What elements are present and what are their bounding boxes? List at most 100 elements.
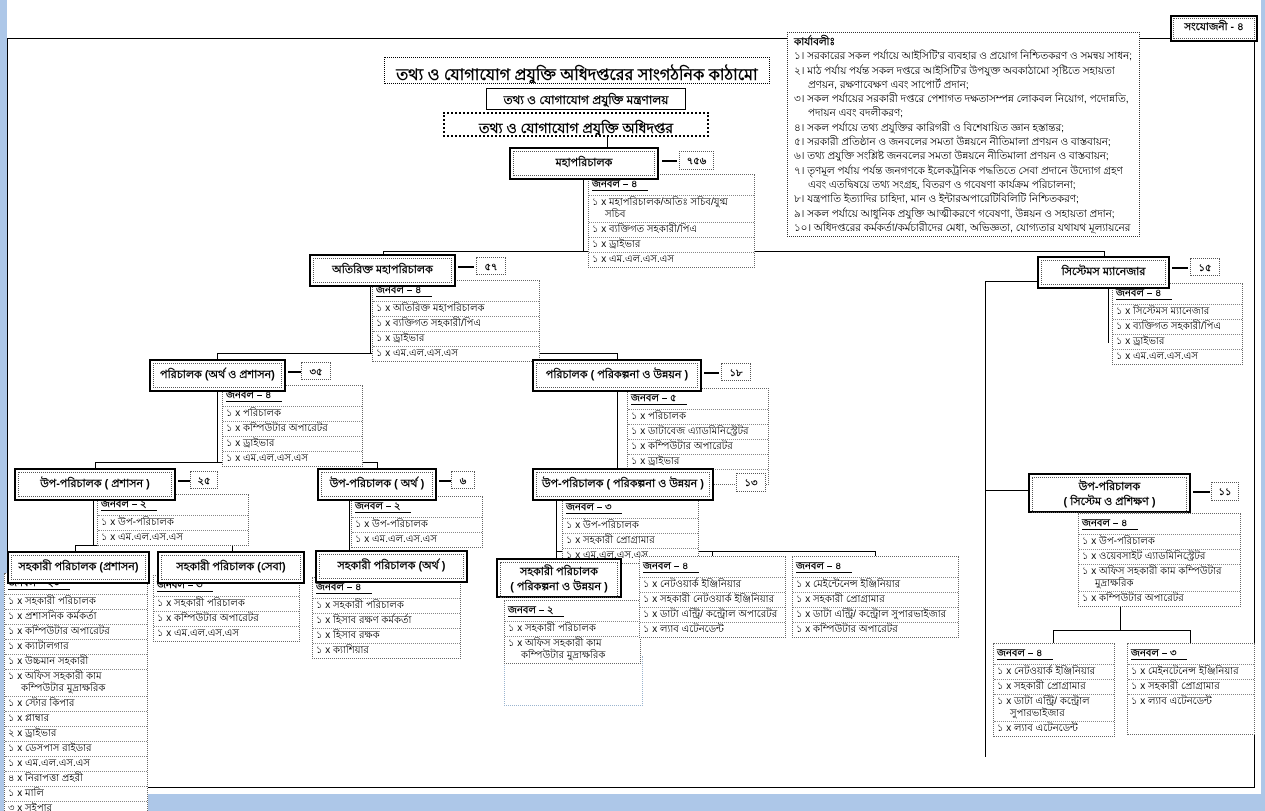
staff-row: ১ x কম্পিউটার অপারেটর (154, 611, 299, 626)
staff-row: ১ x সহকারী প্রোগ্রামার (563, 533, 698, 548)
staff-list-assistant-director-planning-dev: জনবল – ২ ১ x সহকারী পরিচালক ১ x অফিস সহক… (504, 600, 641, 664)
staff-row: ১ x ডাটা এন্ট্রি/ কন্ট্রোল সুপারভাইজার (994, 694, 1114, 721)
staff-row: ১ x উপ-পরিচালক (563, 518, 698, 533)
node-director-general: মহাপরিচালক (509, 147, 659, 180)
page-title: তথ্য ও যোগাযোগ প্রযুক্তি অধিদপ্তরের সাংগ… (384, 57, 770, 84)
node-director-finance-admin: পরিচালক (অর্থ ও প্রশাসন) (149, 359, 286, 392)
node-title: উপ-পরিচালক ( অর্থ ) (321, 472, 433, 497)
position-count-badge: ৬ (451, 471, 475, 489)
staff-row: ১ x পরিচালক (223, 406, 362, 421)
staff-row: ১ x ব্যক্তিগত সহকারী/পিএ (373, 316, 539, 331)
position-count-badge: ২৫ (190, 471, 218, 489)
staff-row: ১ x কম্পিউটার অপারেটর (793, 622, 958, 637)
staff-row: ১ x সহকারী পরিচালক (505, 621, 640, 636)
staff-row: ১ x ব্যক্তিগত সহকারী/পিএ (589, 222, 754, 237)
staff-count-header: জনবল – ৩ (1131, 648, 1187, 660)
staff-row: ১ x উপ-পরিচালক (98, 515, 248, 530)
node-deputy-director-system-training: উপ-পরিচালক ( সিস্টেম ও প্রশিক্ষণ ) (1028, 473, 1191, 513)
position-count-badge: ৭৫৬ (679, 151, 714, 170)
staff-row: ১ x ক্যাশিয়ার (313, 643, 460, 658)
staff-row: ১ x হিসাব রক্ষণ কর্মকর্তা (313, 613, 460, 628)
staff-count-header: জনবল – ৪ (997, 648, 1053, 660)
staff-count-header: জনবল – ২ (355, 501, 411, 513)
staff-row: ১ x অফিস সহকারী কাম কম্পিউটার মুদ্রাক্ষর… (5, 669, 147, 696)
connector-line (607, 137, 608, 147)
annex-badge: সংযোজনী - ৪ (1170, 15, 1258, 42)
function-item: ৯। সকল পর্যায়ে আধুনিক প্রযুক্তি আত্মীকর… (794, 208, 1133, 222)
connector-line (370, 278, 371, 353)
connector-line (662, 160, 677, 162)
staff-row: ১ x ল্যাব এটেনডেন্ট (640, 622, 785, 637)
staff-row: ১ x অফিস সহকারী কাম কম্পিউটার মুদ্রাক্ষর… (1079, 564, 1240, 591)
staff-row: ১ x স্টোর কিপার (5, 696, 147, 711)
staff-row: ১ x মেইন্টেনেন্স ইঞ্জিনিয়ার (793, 577, 958, 592)
node-title: উপ-পরিচালক ( পরিকল্পনা ও উন্নয়ন ) (536, 472, 710, 497)
staff-row: ১ x এম.এল.এস.এস (589, 252, 754, 267)
connector-line (439, 480, 451, 482)
staff-list-assistant-director-admin: জনবল – ২০ ১ x সহকারী পরিচালক ১ x প্রশাসন… (4, 573, 148, 811)
staff-count-header: জনবল – ৪ (592, 179, 648, 191)
staff-row: ১ x ড্রাইভার (1113, 334, 1242, 349)
staff-row: ২ x ড্রাইভার (5, 726, 147, 741)
staff-list-deputy-director-planning-dev: জনবল – ৩ ১ x উপ-পরিচালক ১ x সহকারী প্রোগ… (562, 497, 699, 564)
staff-row: ১ x এম.এল.এস.এস (1113, 349, 1242, 364)
staff-row: ১ x সহকারী পরিচালক (154, 596, 299, 611)
staff-row: ১ x ড্রাইভার (628, 454, 768, 469)
node-deputy-director-planning-dev: উপ-পরিচালক ( পরিকল্পনা ও উন্নয়ন ) (532, 468, 714, 501)
functions-heading: কার্যাবলীঃ (794, 36, 1133, 50)
staff-row: ১ x এম.এল.এস.এস (223, 451, 362, 466)
connector-line (178, 480, 190, 482)
staff-row: ১ x ডাটা এন্ট্রি/ কন্ট্রোল সুপারভাইজার (793, 607, 958, 622)
staff-row: ১ x ড্রাইভার (373, 331, 539, 346)
position-count-badge: ১৫ (1190, 258, 1220, 276)
staff-list-adg: জনবল – ৪ ১ x অতিরিক্ত মহাপরিচালক ১ x ব্য… (372, 280, 540, 362)
staff-list-maintenance-team: জনবল – ৪ ১ x মেইন্টেনেন্স ইঞ্জিনিয়ার ১ … (792, 556, 959, 638)
staff-row: ১ x হিসাব রক্ষক (313, 628, 460, 643)
staff-row: ৩ x সুইপার (5, 801, 147, 811)
staff-row: ১ x ক্যাটালগার (5, 639, 147, 654)
staff-list-assistant-director-finance: জনবল – ৪ ১ x সহকারী পরিচালক ১ x হিসাব রক… (312, 577, 461, 659)
staff-row: ১ x সহকারী নেটওয়ার্ক ইঞ্জিনিয়ার (640, 592, 785, 607)
staff-row: ১ x সহকারী পরিচালক (5, 594, 147, 609)
staff-row: ১ x মালি (5, 786, 147, 801)
staff-row: ১ x অফিস সহকারী কাম কম্পিউটার মুদ্রাক্ষর… (505, 636, 640, 663)
staff-row: ১ x ডাটা এন্ট্রি/ কন্ট্রোল অপারেটর (640, 607, 785, 622)
staff-row: ১ x এম.এল.এস.এস (373, 346, 539, 361)
position-count-badge: ৫৭ (476, 257, 506, 275)
functions-panel: কার্যাবলীঃ ১। সরকারের সকল পর্যায়ে আইসিট… (787, 32, 1140, 237)
staff-list-network-team: জনবল – ৪ ১ x নেটওয়ার্ক ইঞ্জিনিয়ার ১ x … (639, 556, 786, 638)
staff-count-header: জনবল – ৫ (631, 393, 687, 405)
staff-row: ১ x ওয়েবসাইট এ্যাডমিনিস্ট্রেটর (1079, 549, 1240, 564)
node-title: পরিচালক (অর্থ ও প্রশাসন) (153, 363, 282, 388)
staff-row: ১ x ল্যাব এটেনডেন্ট (994, 721, 1114, 736)
staff-row: ১ x এম.এল.এস.এস (98, 530, 248, 545)
node-title: উপ-পরিচালক ( প্রশাসন ) (18, 472, 172, 497)
department-box: তথ্য ও যোগাযোগ প্রযুক্তি অধিদপ্তর (443, 112, 709, 137)
node-title-line1: সহকারী পরিচালক (520, 566, 598, 578)
staff-row: ১ x সিস্টেমস ম্যানেজার (1113, 304, 1242, 319)
staff-row: ১ x ডাটাবেজ এ্যাডমিনিস্ট্রেটর (628, 424, 768, 439)
node-title: সিস্টেমস ম্যানেজার (1041, 260, 1166, 285)
staff-row: ১ x প্রশাসনিক কর্মকর্তা (5, 609, 147, 624)
position-count-badge: ৩৫ (301, 362, 331, 380)
function-item: ১০। অধিদপ্তরের কর্মকর্তা/কর্মচারীদের মেধ… (794, 222, 1133, 237)
position-count-badge: ১৩ (736, 473, 766, 492)
staff-row: ১ x এম.এল.এস.এস (5, 756, 147, 771)
staff-row: ১ x উচ্চমান সহকারী (5, 654, 147, 669)
connector-line (583, 172, 584, 251)
staff-row: ৪ x নিরাপত্তা প্রহরী (5, 771, 147, 786)
staff-row: ১ x নেটওয়ার্ক ইঞ্জিনিয়ার (994, 664, 1114, 679)
connector-line (217, 382, 218, 462)
staff-list-systems-manager: জনবল – ৪ ১ x সিস্টেমস ম্যানেজার ১ x ব্যক… (1112, 283, 1243, 365)
staff-row: ১ x ড্রাইভার (589, 237, 754, 252)
staff-list-system-maintenance-team: জনবল – ৩ ১ x মেইনটেনেন্স ইঞ্জিনিয়ার ১ x… (1127, 643, 1255, 735)
node-title: সহকারী পরিচালক (সেবা) (161, 555, 301, 580)
staff-list-deputy-director-system-training: জনবল – ৪ ১ x উপ-পরিচালক ১ x ওয়েবসাইট এ্… (1078, 513, 1241, 607)
staff-row: ১ x মহাপরিচালক/অতিঃ সচিব/যুগ্ম সচিব (589, 195, 754, 222)
connector-line (1053, 630, 1190, 631)
node-assistant-director-service: সহকারী পরিচালক (সেবা) (157, 551, 305, 584)
node-assistant-director-planning-dev: সহকারী পরিচালক ( পরিকল্পনা ও উন্নয়ন ) (496, 558, 622, 598)
staff-count-header: জনবল – ৪ (1082, 518, 1138, 530)
staff-row: ১ x মেইনটেনেন্স ইঞ্জিনিয়ার (1128, 664, 1254, 679)
staff-count-header: জনবল – ৪ (1116, 288, 1172, 300)
